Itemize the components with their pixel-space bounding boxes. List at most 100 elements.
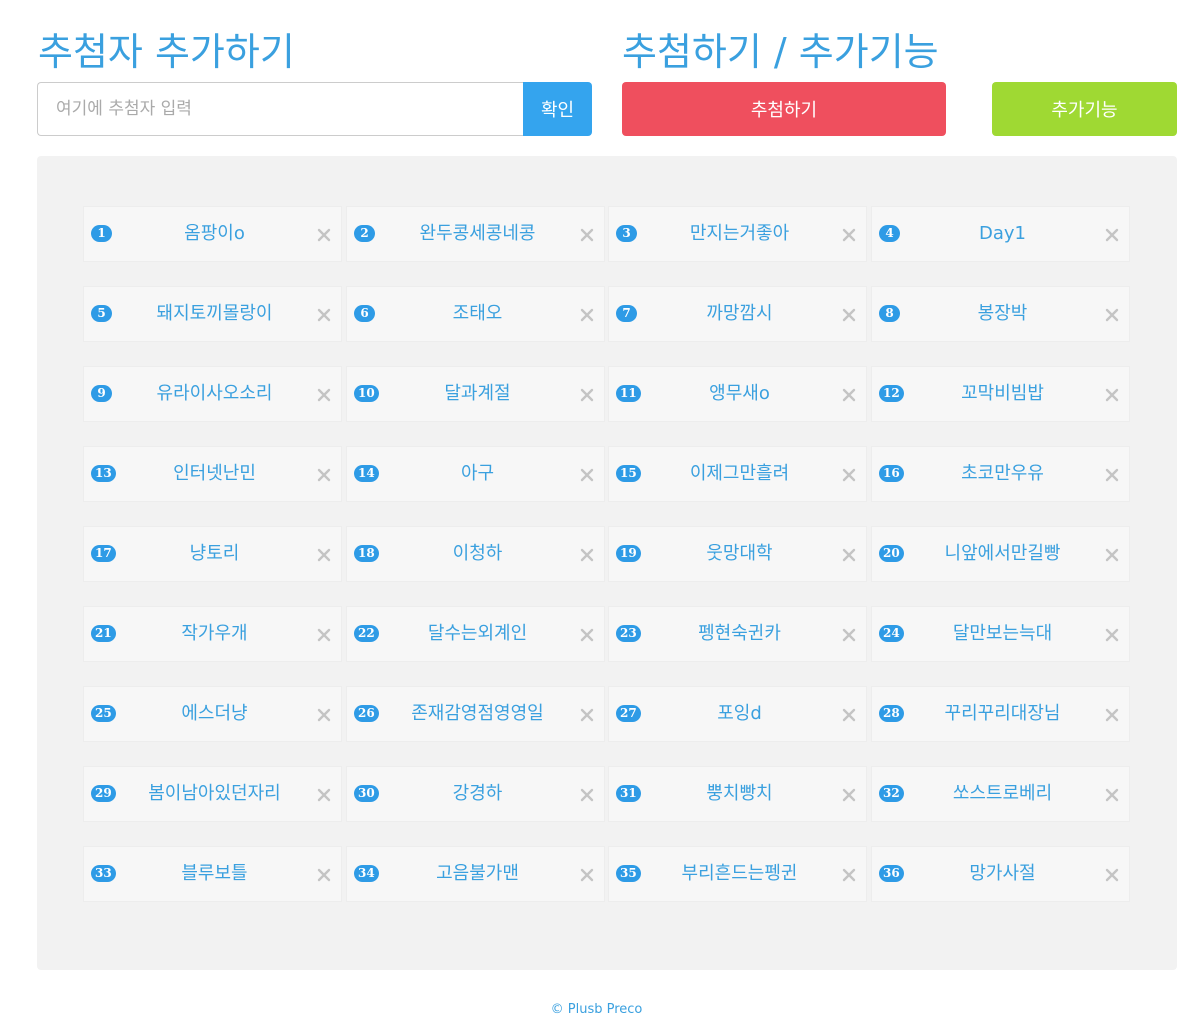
entry-number-badge: 24	[879, 625, 904, 642]
add-entry-form: 확인	[37, 82, 592, 136]
entry-name: 블루보틀	[181, 863, 248, 884]
close-icon[interactable]	[1104, 547, 1120, 563]
entry-item: 20 니앞에서만길빵	[871, 526, 1130, 582]
entry-number-badge: 15	[616, 465, 641, 482]
close-icon[interactable]	[316, 387, 332, 403]
close-icon[interactable]	[579, 547, 595, 563]
entry-name: 완두콩세콩네콩	[419, 223, 536, 244]
entry-item: 12 꼬막비빔밥	[871, 366, 1130, 422]
close-icon[interactable]	[841, 627, 857, 643]
entry-number-badge: 5	[91, 305, 112, 322]
close-icon[interactable]	[1104, 387, 1120, 403]
entry-number-badge: 23	[616, 625, 641, 642]
entry-number-badge: 29	[91, 785, 116, 802]
entry-name: 봄이남아있던자리	[148, 783, 281, 804]
confirm-button[interactable]: 확인	[523, 82, 592, 136]
entry-item: 6 조태오	[346, 286, 605, 342]
close-icon[interactable]	[316, 707, 332, 723]
entry-number-badge: 9	[91, 385, 112, 402]
entry-name: 이청하	[452, 543, 503, 564]
close-icon[interactable]	[579, 707, 595, 723]
close-icon[interactable]	[1104, 227, 1120, 243]
close-icon[interactable]	[316, 227, 332, 243]
close-icon[interactable]	[316, 867, 332, 883]
close-icon[interactable]	[841, 707, 857, 723]
entry-item: 16 초코만우유	[871, 446, 1130, 502]
close-icon[interactable]	[1104, 627, 1120, 643]
entry-number-badge: 14	[354, 465, 379, 482]
close-icon[interactable]	[579, 467, 595, 483]
entry-name: 돼지토끼몰랑이	[156, 303, 273, 324]
entry-item: 14 아구	[346, 446, 605, 502]
entry-item: 27 포잉d	[608, 686, 867, 742]
close-icon[interactable]	[841, 787, 857, 803]
entry-item: 17 냥토리	[83, 526, 342, 582]
close-icon[interactable]	[1104, 467, 1120, 483]
close-icon[interactable]	[579, 227, 595, 243]
entry-item: 31 뿡치빵치	[608, 766, 867, 822]
entry-name: 부리흔드는펭귄	[681, 863, 798, 884]
close-icon[interactable]	[841, 227, 857, 243]
entry-item: 18 이청하	[346, 526, 605, 582]
entry-number-badge: 13	[91, 465, 116, 482]
entry-name: 고음불가맨	[436, 863, 519, 884]
close-icon[interactable]	[841, 867, 857, 883]
entry-number-badge: 10	[354, 385, 379, 402]
entry-number-badge: 11	[616, 385, 641, 402]
close-icon[interactable]	[316, 467, 332, 483]
entry-item: 15 이제그만흘려	[608, 446, 867, 502]
entry-number-badge: 20	[879, 545, 904, 562]
close-icon[interactable]	[841, 387, 857, 403]
extra-features-button[interactable]: 추가기능	[992, 82, 1177, 136]
entry-name-input[interactable]	[37, 82, 523, 136]
close-icon[interactable]	[841, 467, 857, 483]
entry-name: 존재감영점영영일	[411, 703, 544, 724]
close-icon[interactable]	[1104, 707, 1120, 723]
entry-item: 24 달만보는늑대	[871, 606, 1130, 662]
entry-name: 옴팡이o	[184, 223, 245, 244]
entry-item: 19 웃망대학	[608, 526, 867, 582]
close-icon[interactable]	[579, 627, 595, 643]
entry-item: 4 Day1	[871, 206, 1130, 262]
entry-number-badge: 28	[879, 705, 904, 722]
entry-name: 작가우개	[181, 623, 248, 644]
entry-name: 만지는거좋아	[689, 223, 790, 244]
entry-number-badge: 1	[91, 225, 112, 242]
entry-name: 꾸리꾸리대장님	[944, 703, 1061, 724]
add-section-title: 추첨자 추가하기	[38, 30, 295, 74]
close-icon[interactable]	[316, 787, 332, 803]
close-icon[interactable]	[1104, 307, 1120, 323]
entry-number-badge: 36	[879, 865, 904, 882]
entry-name: 니앞에서만길빵	[944, 543, 1061, 564]
close-icon[interactable]	[841, 307, 857, 323]
close-icon[interactable]	[316, 627, 332, 643]
entry-name: 이제그만흘려	[689, 463, 790, 484]
entry-number-badge: 19	[616, 545, 641, 562]
entry-item: 35 부리흔드는펭귄	[608, 846, 867, 902]
close-icon[interactable]	[579, 867, 595, 883]
entry-item: 22 달수는외계인	[346, 606, 605, 662]
entry-name: 달만보는늑대	[952, 623, 1053, 644]
draw-button[interactable]: 추첨하기	[622, 82, 946, 136]
entry-name: 쏘스트로베리	[952, 783, 1053, 804]
close-icon[interactable]	[579, 387, 595, 403]
close-icon[interactable]	[841, 547, 857, 563]
entry-number-badge: 22	[354, 625, 379, 642]
close-icon[interactable]	[579, 787, 595, 803]
close-icon[interactable]	[1104, 787, 1120, 803]
entry-item: 5 돼지토끼몰랑이	[83, 286, 342, 342]
close-icon[interactable]	[1104, 867, 1120, 883]
close-icon[interactable]	[316, 307, 332, 323]
entry-item: 36 망가사절	[871, 846, 1130, 902]
entry-item: 33 블루보틀	[83, 846, 342, 902]
entry-number-badge: 7	[616, 305, 637, 322]
entry-name: 웃망대학	[706, 543, 773, 564]
close-icon[interactable]	[316, 547, 332, 563]
entry-item: 9 유라이사오소리	[83, 366, 342, 422]
entry-name: 초코만우유	[961, 463, 1044, 484]
entry-name: 에스더냥	[181, 703, 248, 724]
entry-item: 32 쏘스트로베리	[871, 766, 1130, 822]
draw-section-title: 추첨하기 / 추가기능	[622, 30, 939, 74]
close-icon[interactable]	[579, 307, 595, 323]
entry-number-badge: 21	[91, 625, 116, 642]
